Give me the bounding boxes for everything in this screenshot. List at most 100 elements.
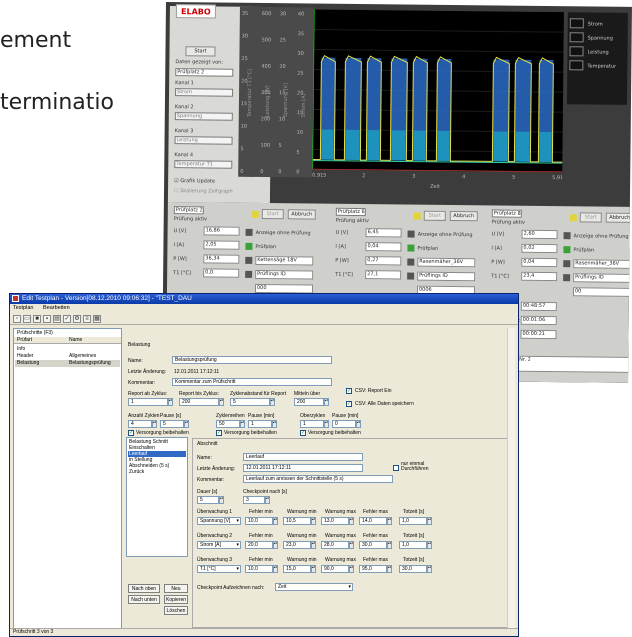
option-anzeige[interactable]: Anzeige ohne Prüfung: [574, 233, 629, 240]
photo-scale-option[interactable]: ☐ Skalierung Zeitgraph: [174, 188, 233, 195]
monitor-spinner[interactable]: ▴▾: [311, 565, 316, 573]
station-start-button[interactable]: Start: [579, 212, 602, 223]
monitor-value[interactable]: 30,0: [399, 565, 427, 573]
option-anzeige[interactable]: Anzeige ohne Prüfung: [256, 230, 311, 237]
monitor-signal-select[interactable]: T1 [°C]: [197, 565, 241, 573]
new-button[interactable]: Neu: [164, 584, 188, 593]
save-icon[interactable]: ■: [33, 314, 41, 323]
monitor-value[interactable]: 23,0: [283, 541, 311, 549]
tree-row-header[interactable]: Header: [17, 353, 33, 359]
open-folder-icon[interactable]: ▭: [23, 314, 31, 323]
comment-input[interactable]: Kommentar zum Prüfschritt: [172, 378, 332, 386]
tree-row-belastung[interactable]: Belastung: [17, 360, 39, 366]
photo-kanal3-select[interactable]: Leistung: [174, 136, 233, 145]
substep-comment-input[interactable]: Leerlauf zum anrissen der Schnittstelle …: [243, 475, 393, 483]
settings-icon[interactable]: ⚙: [73, 314, 81, 323]
save-as-icon[interactable]: ▪: [43, 314, 51, 323]
pause1-spinner[interactable]: ▴▾: [184, 420, 189, 428]
duration-input[interactable]: 5: [197, 496, 219, 504]
photo-kanal1-select[interactable]: Strom: [175, 88, 234, 97]
monitor-spinner[interactable]: ▴▾: [273, 541, 278, 549]
delete-button[interactable]: Löschen: [164, 606, 188, 615]
monitor-value[interactable]: 20,0: [245, 541, 273, 549]
pause3-input[interactable]: 0: [332, 420, 356, 428]
report-to-spinner[interactable]: ▴▾: [219, 398, 224, 406]
cycles-input[interactable]: 4: [128, 420, 152, 428]
tree-row-info[interactable]: Info: [17, 346, 25, 352]
substep-item[interactable]: Zurück: [128, 469, 186, 475]
monitor-spinner[interactable]: ▴▾: [349, 517, 354, 525]
move-down-button[interactable]: Nach unten: [128, 595, 160, 604]
keep1-checkbox[interactable]: ✓: [128, 430, 134, 436]
monitor-spinner[interactable]: ▴▾: [311, 541, 316, 549]
grid-icon[interactable]: ▦: [93, 314, 101, 323]
monitor-spinner[interactable]: ▴▾: [427, 565, 432, 573]
pause2-input[interactable]: 1: [248, 420, 272, 428]
monitor-spinner[interactable]: ▴▾: [427, 541, 432, 549]
photo-source-select[interactable]: Prüfplatz 2: [175, 68, 234, 77]
new-file-icon[interactable]: ▫: [13, 314, 21, 323]
csv-report-checkbox[interactable]: ✓: [346, 388, 352, 394]
station-start-button[interactable]: Start: [261, 209, 284, 220]
pause1-input[interactable]: 5: [160, 420, 184, 428]
pause3-spinner[interactable]: ▴▾: [356, 420, 361, 428]
monitor-spinner[interactable]: ▴▾: [273, 565, 278, 573]
monitor-spinner[interactable]: ▴▾: [349, 541, 354, 549]
tree-col-pruefart[interactable]: Prüfart: [17, 337, 32, 343]
cycles2-spinner[interactable]: ▴▾: [240, 420, 245, 428]
monitor-signal-select[interactable]: Strom [A]: [197, 541, 241, 549]
monitor-spinner[interactable]: ▴▾: [387, 565, 392, 573]
cycles-spinner[interactable]: ▴▾: [152, 420, 157, 428]
station-select[interactable]: Prüfplatz 2: [173, 206, 204, 215]
duration-spinner[interactable]: ▴▾: [219, 496, 224, 504]
monitor-value[interactable]: 15,0: [283, 565, 311, 573]
menu-testplan[interactable]: Testplan: [13, 305, 34, 311]
monitor-value[interactable]: 90,0: [321, 565, 349, 573]
report-interval-input[interactable]: 5: [230, 398, 270, 406]
monitor-spinner[interactable]: ▴▾: [349, 565, 354, 573]
monitor-value[interactable]: 95,0: [359, 565, 387, 573]
list-icon[interactable]: ≡: [83, 314, 91, 323]
keep3-checkbox[interactable]: ✓: [300, 430, 306, 436]
menu-bearbeiten[interactable]: Bearbeiten: [43, 305, 70, 311]
option-anzeige[interactable]: Anzeige ohne Prüfung: [418, 232, 473, 239]
station-start-button[interactable]: Start: [423, 210, 446, 221]
csv-all-checkbox[interactable]: ✓: [346, 401, 352, 407]
print-icon[interactable]: ▤: [53, 314, 61, 323]
station-abort-button[interactable]: Abbruch: [605, 212, 632, 223]
copy-button[interactable]: Kopieren: [164, 595, 188, 604]
report-from-spinner[interactable]: ▴▾: [168, 398, 173, 406]
photo-grafik-update[interactable]: ☑ Grafik Update: [174, 178, 215, 184]
substep-name-input[interactable]: Leerlauf: [243, 453, 363, 461]
photo-kanal2-select[interactable]: Spannung: [174, 112, 233, 121]
photo-start-button[interactable]: Start: [185, 46, 216, 57]
pause2-spinner[interactable]: ▴▾: [272, 420, 277, 428]
vertical-scrollbar[interactable]: [507, 328, 515, 630]
cp-record-select[interactable]: Zeit: [275, 583, 353, 591]
monitor-value[interactable]: 10,0: [245, 565, 273, 573]
monitor-value[interactable]: 1,0: [399, 541, 427, 549]
cycles2-input[interactable]: 50: [216, 420, 240, 428]
photo-kanal4-select[interactable]: Temperatur T1: [174, 160, 233, 169]
tree-col-name[interactable]: Name: [69, 337, 82, 343]
monitor-spinner[interactable]: ▴▾: [427, 517, 432, 525]
monitor-spinner[interactable]: ▴▾: [311, 517, 316, 525]
report-from-input[interactable]: 1: [128, 398, 168, 406]
report-interval-spinner[interactable]: ▴▾: [270, 398, 275, 406]
monitor-spinner[interactable]: ▴▾: [387, 541, 392, 549]
station-abort-button[interactable]: Abbruch: [287, 209, 316, 220]
once-checkbox[interactable]: [393, 465, 399, 471]
monitor-signal-select[interactable]: Spannung [V]: [197, 517, 241, 525]
monitor-spinner[interactable]: ▴▾: [387, 517, 392, 525]
check-icon[interactable]: ✓: [63, 314, 71, 323]
avg-input[interactable]: 200: [294, 398, 324, 406]
monitor-value[interactable]: 1,0: [399, 517, 427, 525]
cycles3-input[interactable]: 1: [300, 420, 324, 428]
monitor-value[interactable]: 10,5: [283, 517, 311, 525]
move-up-button[interactable]: Nach oben: [128, 584, 160, 593]
station-abort-button[interactable]: Abbruch: [449, 210, 478, 222]
station-select[interactable]: Prüfplatz 8: [491, 209, 522, 218]
keep2-checkbox[interactable]: ✓: [216, 430, 222, 436]
monitor-value[interactable]: 28,0: [321, 541, 349, 549]
report-to-input[interactable]: 200: [179, 398, 219, 406]
